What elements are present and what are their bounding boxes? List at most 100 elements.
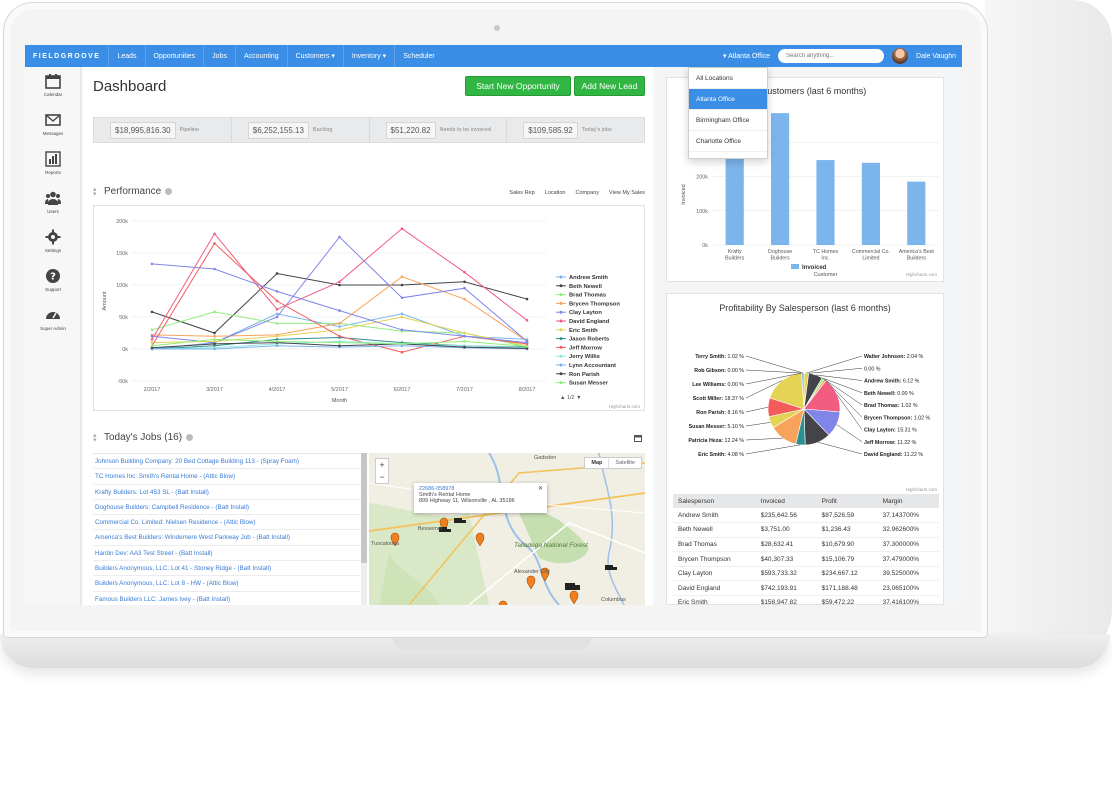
bar[interactable] — [907, 181, 926, 245]
sidebar-item-calendar[interactable]: Calendar — [25, 73, 81, 109]
data-point — [400, 275, 404, 278]
start-new-opportunity-button[interactable]: Start New Opportunity — [465, 76, 571, 96]
tab-view-my-sales[interactable]: View My Sales — [609, 190, 645, 196]
job-list-item[interactable]: America's Best Builders: Windemere West … — [93, 530, 363, 546]
map-tab-map[interactable]: Map — [585, 458, 608, 468]
sidebar-label: Super Admin — [40, 326, 66, 331]
legend-item[interactable]: Clay Layton — [569, 310, 602, 316]
user-name[interactable]: Dale Vaughn — [916, 53, 956, 60]
tab-sales-rep[interactable]: Sales Rep — [509, 190, 534, 196]
pie-data-label: Jeff Morrow: 11.22 % — [864, 440, 917, 446]
job-list-item[interactable]: Johnson Building Company: 20 Bed Cottage… — [93, 454, 363, 470]
legend-item[interactable]: Susan Messer — [569, 381, 609, 387]
settings-gear-icon[interactable] — [165, 188, 173, 195]
col-invoiced[interactable]: Invoiced — [755, 494, 817, 508]
legend-item[interactable]: Jeff Morrow — [569, 345, 602, 351]
legend-marker — [559, 381, 563, 385]
nav-scheduler[interactable]: Scheduler — [394, 45, 443, 67]
job-list-item[interactable]: Commercial Co. Limited: Nielsen Residenc… — [93, 515, 363, 531]
col-margin[interactable]: Margin — [877, 494, 939, 508]
nav-customers[interactable]: Customers ▾ — [286, 45, 343, 67]
sidebar-item-super-admin[interactable]: Super Admin — [25, 307, 81, 343]
legend-marker — [559, 372, 563, 376]
legend-item[interactable]: Lynn Accountant — [569, 363, 616, 369]
map-zoom-in-button[interactable]: + — [376, 459, 388, 471]
chart-credits[interactable]: Highcharts.com — [906, 487, 937, 492]
data-point — [525, 318, 529, 322]
legend-item[interactable]: Invoiced — [802, 265, 827, 271]
brand-logo[interactable]: FIELDGROOVE — [25, 53, 108, 60]
scrollbar-thumb[interactable] — [361, 453, 367, 563]
tab-location[interactable]: Location — [545, 190, 566, 196]
sidebar-item-settings[interactable]: Settings — [25, 229, 81, 265]
legend-item[interactable]: David England — [569, 319, 610, 325]
search-input[interactable] — [778, 49, 885, 63]
legend-item[interactable]: Eric Smith — [569, 328, 598, 334]
data-point — [150, 344, 154, 348]
legend-item[interactable]: Beth Newell — [569, 284, 602, 290]
legend-item[interactable]: Brycen Thompson — [569, 301, 620, 307]
data-point — [400, 283, 404, 287]
col-profit[interactable]: Profit — [816, 494, 878, 508]
nav-jobs[interactable]: Jobs — [203, 45, 235, 67]
job-list-item[interactable]: Hardin Dev: AA3 Test Street - (Batt Inst… — [93, 546, 363, 562]
data-point — [150, 328, 154, 332]
legend-pager[interactable]: ▲ 1/2 ▼ — [560, 395, 582, 401]
dropdown-option[interactable]: Atlanta Office — [689, 89, 767, 110]
bar[interactable] — [861, 162, 880, 245]
job-list-item[interactable]: Famous Builders LLC: James Ivey - (Batt … — [93, 592, 363, 605]
data-point — [150, 338, 154, 341]
legend-marker — [559, 301, 563, 305]
drag-handle-icon[interactable]: ▴ ▾ — [93, 432, 100, 444]
data-point — [463, 340, 466, 343]
y-tick-label: 50k — [119, 315, 128, 321]
nav-leads[interactable]: Leads — [108, 45, 144, 67]
data-point — [400, 312, 404, 316]
job-list-item[interactable]: Builders Anonymous, LLC: Lot 8 - HW - (A… — [93, 576, 363, 592]
data-point — [338, 328, 341, 332]
legend-item[interactable]: Ron Parish — [569, 372, 600, 378]
jobs-scrollbar[interactable] — [361, 453, 367, 605]
sidebar-item-support[interactable]: ? Support — [25, 268, 81, 304]
avatar[interactable] — [892, 48, 909, 64]
nav-inventory[interactable]: Inventory ▾ — [342, 45, 394, 67]
y-tick-label: 200k — [696, 175, 708, 181]
job-list-item[interactable]: Krafty Builders: Lot 453 SL - (Batt Inst… — [93, 485, 363, 500]
job-list-item[interactable]: Builders Anonymous, LLC: Lot 41 - Stoney… — [93, 561, 363, 577]
dropdown-option[interactable]: Charlotte Office — [689, 131, 767, 152]
laptop-notch — [392, 636, 592, 650]
sidebar-item-reports[interactable]: Reports — [25, 151, 81, 187]
pie-data-label: Brad Thomas: 1.02 % — [864, 403, 918, 409]
dropdown-option[interactable]: Birmingham Office — [689, 110, 767, 131]
legend-item[interactable]: Jason Roberts — [569, 337, 609, 343]
col-salesperson[interactable]: Salesperson — [673, 494, 756, 508]
table-cell: 37.416100% — [877, 595, 939, 605]
sidebar-item-users[interactable]: Users — [25, 190, 81, 226]
tab-company[interactable]: Company — [575, 190, 599, 196]
legend-item[interactable]: Andrew Smith — [569, 275, 608, 281]
legend-item[interactable]: Brad Thomas — [569, 293, 606, 299]
job-list-item[interactable]: Doghouse Builders: Campbell Residence - … — [93, 500, 363, 516]
settings-gear-icon[interactable] — [186, 434, 194, 441]
job-list-item[interactable]: TC Homes Inc: Smith's Rental Home - (Att… — [93, 469, 363, 485]
kpi-label: Today's jobs — [581, 127, 612, 133]
jobs-list: Johnson Building Company: 20 Bed Cottage… — [93, 453, 363, 605]
table-cell: 37.300000% — [877, 537, 939, 553]
office-selector[interactable]: ▾ Atlanta Office — [723, 52, 770, 60]
nav-accounting[interactable]: Accounting — [234, 45, 287, 67]
legend-item[interactable]: Jerry Willis — [569, 354, 600, 360]
chart-credits[interactable]: Highcharts.com — [609, 404, 641, 409]
map-tab-satellite[interactable]: Satellite — [608, 458, 641, 468]
sidebar-item-messages[interactable]: Messages — [25, 112, 81, 148]
drag-handle-icon[interactable]: ▴ ▾ — [93, 186, 100, 198]
map-zoom-out-button[interactable]: − — [376, 471, 388, 483]
nav-opportunities[interactable]: Opportunities — [144, 45, 204, 67]
bar[interactable] — [816, 160, 835, 245]
calendar-icon[interactable] — [634, 434, 642, 442]
add-new-lead-button[interactable]: Add New Lead — [574, 76, 645, 96]
bar[interactable] — [771, 113, 790, 245]
close-icon[interactable]: ✕ — [538, 485, 543, 492]
chart-credits[interactable]: Highcharts.com — [906, 272, 937, 277]
dropdown-option[interactable]: All Locations — [689, 68, 767, 89]
jobs-map[interactable]: Gadsden Tuscaloosa Bessemer Talladega Na… — [369, 453, 645, 605]
